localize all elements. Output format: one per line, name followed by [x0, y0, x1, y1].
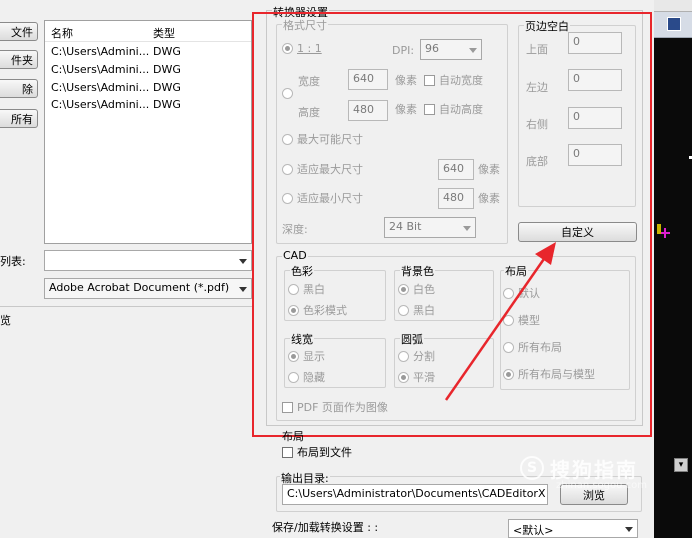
file-name: C:\Users\Admini...: [51, 81, 150, 94]
chevron-down-icon: [625, 526, 633, 532]
watermark-brand: 搜狗指南: [550, 458, 638, 482]
output-path-input[interactable]: C:\Users\Administrator\Documents\CADEdit…: [282, 484, 548, 505]
file-type: DWG: [153, 81, 181, 94]
save-load-label: 保存/加载转换设置 : :: [272, 521, 379, 534]
watermark-url: zhinan.sogou.com: [556, 480, 648, 491]
file-type: DWG: [153, 45, 181, 58]
table-row[interactable]: C:\Users\Admini... DWG: [51, 81, 251, 94]
format-select-value: Adobe Acrobat Document (*.pdf): [49, 281, 230, 294]
background-titlebar: [654, 0, 692, 12]
preview-label: 览: [0, 314, 11, 327]
file-name: C:\Users\Admini...: [51, 98, 150, 111]
add-file-button[interactable]: 文件: [0, 22, 38, 41]
chevron-down-icon: [239, 286, 247, 292]
table-row[interactable]: C:\Users\Admini... DWG: [51, 98, 251, 111]
left-divider: [0, 306, 252, 307]
magenta-cursor-icon: [664, 228, 666, 238]
column-header-name[interactable]: 名称: [51, 25, 73, 41]
highlight-box: [252, 12, 652, 437]
remove-all-button[interactable]: 所有: [0, 109, 38, 128]
watermark: S 搜狗指南 zhinan.sogou.com: [520, 452, 670, 492]
chevron-down-icon: [239, 258, 247, 264]
remove-button[interactable]: 除: [0, 79, 38, 98]
list-select[interactable]: [44, 250, 252, 271]
file-type: DWG: [153, 63, 181, 76]
file-type: DWG: [153, 98, 181, 111]
scroll-down-button[interactable]: ▾: [674, 458, 688, 472]
header-divider: [45, 41, 251, 42]
save-load-value: <默认>: [513, 524, 554, 537]
layout-section-label: 布局: [282, 430, 304, 443]
list-label: 列表:: [0, 255, 26, 268]
add-folder-button[interactable]: 件夹: [0, 50, 38, 69]
layout-to-file-checkbox[interactable]: 布局到文件: [282, 444, 352, 460]
table-row[interactable]: C:\Users\Admini... DWG: [51, 45, 251, 58]
file-name: C:\Users\Admini...: [51, 63, 150, 76]
checkbox-icon: [282, 446, 293, 458]
file-list[interactable]: 名称 类型 C:\Users\Admini... DWG C:\Users\Ad…: [44, 20, 252, 244]
marker-dot-icon: [657, 224, 661, 234]
file-name: C:\Users\Admini...: [51, 45, 150, 58]
watermark-logo-icon: S: [520, 456, 544, 480]
save-load-select[interactable]: <默认>: [508, 519, 638, 538]
pencil-icon: [667, 17, 681, 31]
layout-to-file-label: 布局到文件: [297, 446, 352, 459]
table-row[interactable]: C:\Users\Admini... DWG: [51, 63, 251, 76]
column-header-type[interactable]: 类型: [153, 25, 175, 41]
format-select[interactable]: Adobe Acrobat Document (*.pdf): [44, 278, 252, 299]
